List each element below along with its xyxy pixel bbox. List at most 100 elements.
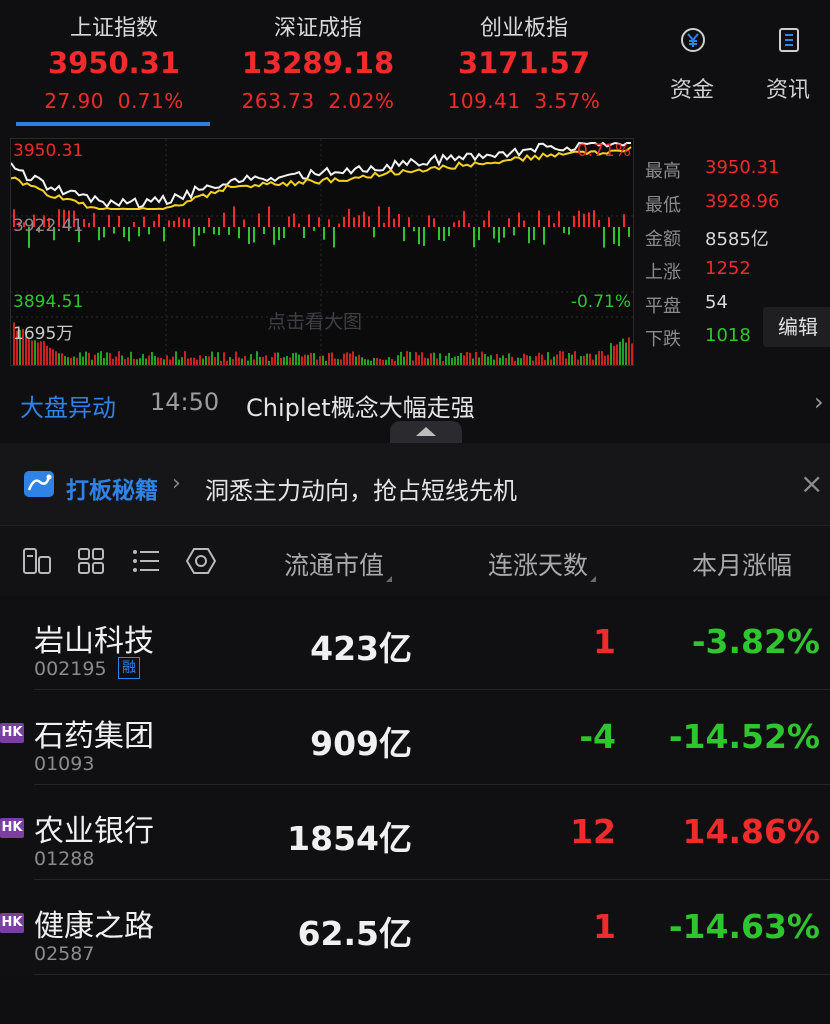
table-row[interactable]: HK 石药集团 01093 909亿 -4 -14.52%	[0, 691, 830, 785]
breadth-bar	[428, 215, 430, 227]
breadth-bar	[423, 227, 425, 246]
breadth-bar	[143, 216, 145, 227]
breadth-bar	[358, 215, 360, 227]
index-tab-shenzhen[interactable]: 深证成指 13289.18 263.73 2.02%	[218, 0, 418, 132]
stat-value: 8585亿	[705, 229, 769, 250]
breadth-bar	[503, 227, 505, 238]
volume-bar	[76, 357, 78, 365]
stock-name: 健康之路	[34, 909, 154, 944]
volume-bar	[583, 355, 585, 365]
intraday-chart[interactable]: 3950.31 0.71% 3922.41 3894.51 -0.71% 169…	[10, 138, 634, 366]
volume-bar	[277, 352, 279, 365]
volume-bar	[394, 360, 396, 365]
stat-key: 平盘	[645, 296, 681, 317]
breadth-bar	[353, 217, 355, 227]
breadth-bar	[533, 227, 535, 241]
index-change: 263.73 2.02%	[218, 89, 418, 113]
volume-bar	[316, 359, 318, 365]
consecutive-days: 1	[593, 622, 616, 661]
index-change-pct: 0.71%	[117, 89, 184, 113]
volume-bar	[31, 340, 33, 365]
volume-bar	[337, 359, 339, 365]
layout-switch-icon[interactable]	[22, 546, 52, 576]
index-name: 创业板指	[479, 16, 568, 41]
volume-bar	[217, 352, 219, 365]
list-view-icon[interactable]	[131, 546, 161, 576]
column-header-cap[interactable]: 流通市值	[284, 546, 393, 582]
volume-bar	[418, 355, 420, 365]
volume-bar	[556, 354, 558, 365]
volume-bar	[601, 351, 603, 365]
volume-bar	[208, 356, 210, 365]
breadth-bar	[558, 211, 560, 227]
volume-bar	[499, 357, 501, 365]
volume-bar	[505, 358, 507, 365]
volume-bar	[319, 356, 321, 365]
alert-message: Chiplet概念大幅走强	[246, 394, 475, 422]
volume-bar	[349, 353, 351, 365]
index-name: 深证成指	[273, 16, 362, 41]
volume-bar	[358, 354, 360, 365]
breadth-bar	[598, 219, 600, 227]
breadth-bar	[508, 218, 510, 227]
column-header-month[interactable]: 本月涨幅	[692, 546, 792, 582]
volume-bar	[34, 340, 36, 365]
volume-bar	[58, 353, 60, 365]
volume-bar	[463, 355, 465, 365]
breadth-bar	[118, 215, 120, 227]
column-header-days[interactable]: 连涨天数	[488, 546, 597, 582]
breadth-bar	[433, 218, 435, 227]
volume-bar	[346, 352, 348, 365]
volume-bar	[304, 354, 306, 365]
volume-bar	[364, 359, 366, 365]
funds-button[interactable]: 资金	[657, 24, 727, 104]
news-button[interactable]: 资讯	[753, 24, 823, 104]
volume-bar	[496, 354, 498, 365]
volume-bar	[469, 352, 471, 365]
funds-label: 资金	[669, 78, 714, 103]
index-change-pct: 2.02%	[328, 89, 395, 113]
volume-bar	[190, 357, 192, 365]
volume-bar	[595, 354, 597, 365]
market-cap: 62.5亿	[297, 914, 412, 953]
volume-bar	[289, 357, 291, 365]
grid-view-icon[interactable]	[76, 546, 106, 576]
volume-bar	[160, 357, 162, 365]
volume-bar	[520, 358, 522, 365]
breadth-bar	[378, 206, 380, 227]
close-icon[interactable]: ×	[800, 467, 823, 500]
breadth-bar	[603, 227, 605, 248]
volume-bar	[73, 356, 75, 365]
breadth-bar	[488, 210, 490, 227]
volume-bar	[385, 359, 387, 365]
promo-banner[interactable]: 打板秘籍 › 洞悉主力动向，抢占短线先机 ×	[0, 443, 830, 525]
breadth-bar	[563, 227, 565, 234]
news-label: 资讯	[765, 78, 810, 103]
table-row[interactable]: HK 健康之路 02587 62.5亿 1 -14.63%	[0, 881, 830, 975]
stat-value: 1252	[705, 258, 751, 279]
index-header: 上证指数 3950.31 27.90 0.71% 深证成指 13289.18 2…	[0, 0, 830, 132]
breadth-bar	[223, 212, 225, 227]
volume-bar	[451, 357, 453, 365]
breadth-bar	[263, 227, 265, 235]
volume-bar	[454, 356, 456, 365]
index-tab-chinext[interactable]: 创业板指 3171.57 109.41 3.57%	[424, 0, 624, 132]
collapse-chart-button[interactable]	[390, 421, 462, 443]
volume-bar	[148, 355, 150, 365]
document-icon	[779, 28, 799, 52]
settings-hex-icon[interactable]	[186, 546, 216, 576]
volume-bar	[448, 352, 450, 365]
volume-bar	[70, 357, 72, 365]
edit-button[interactable]: 编辑	[763, 307, 830, 347]
index-name: 上证指数	[69, 16, 158, 41]
breadth-bar	[203, 227, 205, 234]
breadth-bar	[388, 206, 390, 227]
breadth-bar	[178, 217, 180, 227]
index-tab-shanghai[interactable]: 上证指数 3950.31 27.90 0.71%	[14, 0, 214, 132]
breadth-bar	[333, 227, 335, 248]
volume-bar	[361, 357, 363, 365]
volume-bar	[523, 353, 525, 365]
table-row[interactable]: HK 农业银行 01288 1854亿 12 14.86%	[0, 786, 830, 880]
table-row[interactable]: 岩山科技 002195 融 423亿 1 -3.82%	[0, 596, 830, 690]
index-value: 13289.18	[241, 46, 395, 80]
